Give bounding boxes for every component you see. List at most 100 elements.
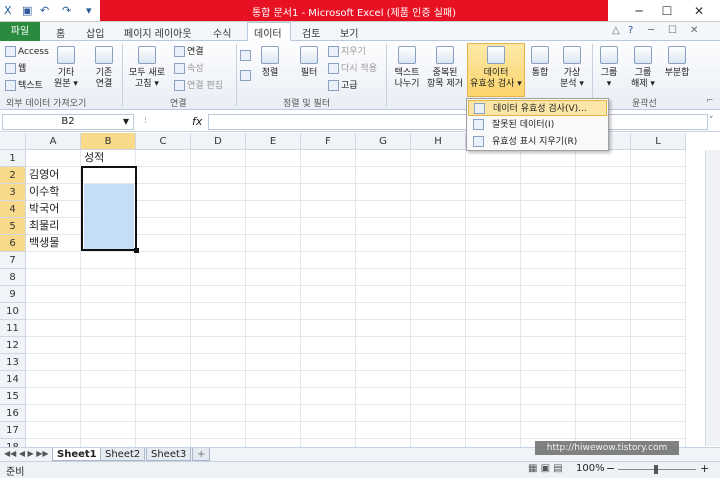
grid-cell[interactable] bbox=[356, 371, 411, 388]
view-mode-icons[interactable]: ▦ ▣ ▤ bbox=[528, 463, 563, 474]
grid-cell[interactable] bbox=[356, 286, 411, 303]
maximize-button[interactable]: ☐ bbox=[654, 2, 680, 20]
grid-cell[interactable] bbox=[246, 218, 301, 235]
grid-cell[interactable] bbox=[411, 337, 466, 354]
workbook-min-icon[interactable]: ─ bbox=[648, 25, 654, 36]
connections-button[interactable]: 연결 bbox=[174, 46, 204, 58]
grid-cell[interactable] bbox=[356, 337, 411, 354]
grid-cell[interactable] bbox=[191, 422, 246, 439]
grid-cell[interactable] bbox=[466, 167, 521, 184]
dialog-launcher-icon[interactable]: ⌐ bbox=[706, 96, 714, 106]
grid-cell[interactable] bbox=[466, 201, 521, 218]
grid-cell[interactable] bbox=[356, 320, 411, 337]
what-if-button[interactable]: 가상 분석 ▾ bbox=[558, 46, 586, 90]
grid-cell[interactable] bbox=[191, 405, 246, 422]
select-all-corner[interactable] bbox=[0, 133, 26, 150]
remove-duplicates-button[interactable]: 중복된 항목 제거 bbox=[424, 46, 466, 90]
grid-cell[interactable] bbox=[521, 150, 576, 167]
grid-cell[interactable] bbox=[81, 303, 136, 320]
sheet-tab-2[interactable]: Sheet2 bbox=[100, 448, 146, 461]
row-header-11[interactable]: 11 bbox=[0, 320, 26, 337]
web-button[interactable]: 웹 bbox=[5, 63, 26, 75]
grid-cell[interactable] bbox=[521, 422, 576, 439]
row-header-4[interactable]: 4 bbox=[0, 201, 26, 218]
grid-cell[interactable] bbox=[301, 252, 356, 269]
clear-filter-button[interactable]: 지우기 bbox=[328, 46, 366, 58]
row-header-9[interactable]: 9 bbox=[0, 286, 26, 303]
grid-cell[interactable] bbox=[631, 252, 686, 269]
grid-cell[interactable] bbox=[521, 371, 576, 388]
grid-cell[interactable] bbox=[576, 354, 631, 371]
formula-input[interactable] bbox=[208, 114, 708, 130]
grid-cell[interactable] bbox=[466, 269, 521, 286]
grid-cell[interactable] bbox=[301, 235, 356, 252]
cell-a4[interactable]: 박국어 bbox=[26, 201, 81, 218]
grid-cell[interactable] bbox=[466, 422, 521, 439]
grid-cell[interactable] bbox=[81, 269, 136, 286]
existing-connections-button[interactable]: 기존 연결 bbox=[90, 46, 118, 90]
grid-cell[interactable] bbox=[576, 371, 631, 388]
grid-cell[interactable] bbox=[136, 303, 191, 320]
fill-handle[interactable] bbox=[134, 248, 139, 253]
grid-cell[interactable] bbox=[136, 252, 191, 269]
menu-item-clear-circles[interactable]: 유효성 표시 지우기(R) bbox=[468, 134, 607, 150]
grid-cell[interactable] bbox=[631, 337, 686, 354]
tab-view[interactable]: 보기 bbox=[340, 25, 358, 40]
excel-app-icon[interactable]: X bbox=[4, 4, 12, 17]
grid-cell[interactable] bbox=[356, 201, 411, 218]
grid-cell[interactable] bbox=[246, 235, 301, 252]
grid-cell[interactable] bbox=[576, 388, 631, 405]
grid-cell[interactable] bbox=[466, 405, 521, 422]
grid-cell[interactable] bbox=[356, 405, 411, 422]
grid-cell[interactable] bbox=[26, 337, 81, 354]
grid-cell[interactable] bbox=[521, 405, 576, 422]
grid-cell[interactable] bbox=[521, 354, 576, 371]
grid-cell[interactable] bbox=[411, 218, 466, 235]
grid-cell[interactable] bbox=[631, 167, 686, 184]
grid-cell[interactable] bbox=[521, 320, 576, 337]
grid-cell[interactable] bbox=[576, 286, 631, 303]
row-header-15[interactable]: 15 bbox=[0, 388, 26, 405]
grid-cell[interactable] bbox=[521, 218, 576, 235]
text-import-button[interactable]: 텍스트 bbox=[5, 80, 43, 92]
ribbon-minimize-icon[interactable]: △ bbox=[612, 25, 620, 36]
row-header-14[interactable]: 14 bbox=[0, 371, 26, 388]
fx-icon[interactable]: fx bbox=[192, 115, 202, 128]
workbook-restore-icon[interactable]: ☐ bbox=[668, 25, 677, 36]
grid-cell[interactable] bbox=[301, 405, 356, 422]
properties-button[interactable]: 속성 bbox=[174, 63, 204, 75]
grid-cell[interactable] bbox=[301, 303, 356, 320]
grid-cell[interactable] bbox=[631, 235, 686, 252]
grid-cell[interactable] bbox=[521, 286, 576, 303]
undo-icon[interactable]: ↶ bbox=[40, 4, 49, 17]
grid-cell[interactable] bbox=[246, 184, 301, 201]
grid-cell[interactable] bbox=[246, 252, 301, 269]
column-header-h[interactable]: H bbox=[411, 133, 466, 150]
grid-cell[interactable] bbox=[576, 235, 631, 252]
grid-cell[interactable] bbox=[411, 184, 466, 201]
grid-cell[interactable] bbox=[301, 150, 356, 167]
grid-cell[interactable] bbox=[191, 150, 246, 167]
row-header-10[interactable]: 10 bbox=[0, 303, 26, 320]
grid-cell[interactable] bbox=[576, 201, 631, 218]
tab-insert[interactable]: 삽입 bbox=[86, 25, 104, 40]
grid-cell[interactable] bbox=[521, 235, 576, 252]
grid-cell[interactable] bbox=[191, 184, 246, 201]
help-icon[interactable]: ? bbox=[628, 25, 633, 36]
grid-cell[interactable] bbox=[466, 184, 521, 201]
grid-cell[interactable] bbox=[411, 354, 466, 371]
row-header-7[interactable]: 7 bbox=[0, 252, 26, 269]
grid-cell[interactable] bbox=[356, 235, 411, 252]
cell-a3[interactable]: 이수학 bbox=[26, 184, 81, 201]
grid-cell[interactable] bbox=[466, 388, 521, 405]
tab-file[interactable]: 파일 bbox=[0, 22, 40, 41]
grid-cell[interactable] bbox=[631, 150, 686, 167]
grid-cell[interactable] bbox=[356, 354, 411, 371]
sheet-tab-3[interactable]: Sheet3 bbox=[146, 448, 192, 461]
grid-cell[interactable] bbox=[411, 167, 466, 184]
grid-cell[interactable] bbox=[631, 354, 686, 371]
grid-cell[interactable] bbox=[246, 405, 301, 422]
grid-cell[interactable] bbox=[191, 337, 246, 354]
grid-cell[interactable] bbox=[81, 371, 136, 388]
grid-cell[interactable] bbox=[301, 201, 356, 218]
